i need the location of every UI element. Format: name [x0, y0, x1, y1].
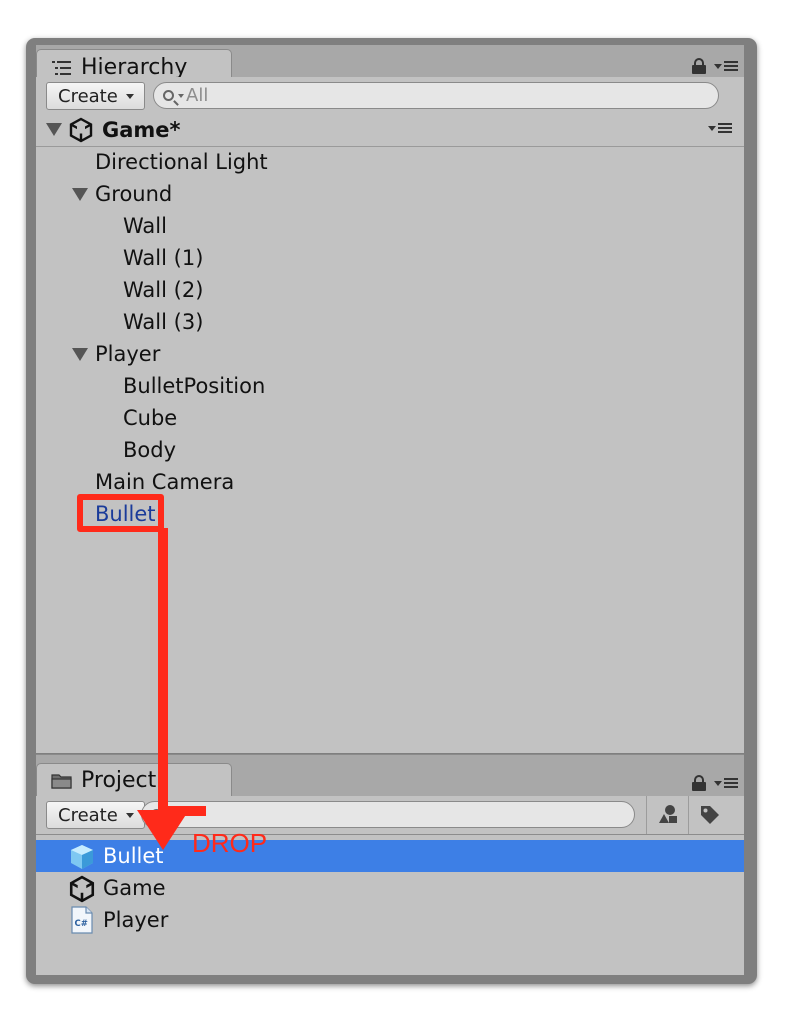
expand-arrow-icon[interactable]	[46, 123, 62, 136]
folder-icon	[51, 771, 73, 791]
item-label: Wall (2)	[123, 278, 204, 302]
lock-icon[interactable]	[692, 775, 706, 791]
project-item-player[interactable]: C# Player	[36, 904, 744, 936]
hierarchy-list-icon	[51, 58, 73, 78]
svg-text:C#: C#	[75, 919, 88, 929]
drag-arrow-head	[137, 810, 189, 850]
hierarchy-item[interactable]: Body	[36, 434, 744, 466]
chevron-down-icon	[125, 93, 134, 99]
scene-name: Game*	[102, 117, 181, 142]
hierarchy-item[interactable]: Wall (2)	[36, 274, 744, 306]
drag-source-highlight	[77, 494, 164, 532]
filter-by-label-icon[interactable]	[688, 796, 731, 834]
item-label: Main Camera	[95, 470, 235, 494]
project-create-button[interactable]: Create	[46, 801, 145, 829]
item-label: Ground	[95, 182, 173, 206]
hierarchy-item[interactable]: Cube	[36, 402, 744, 434]
drag-arrow-line	[158, 528, 168, 828]
lock-icon[interactable]	[692, 58, 706, 74]
filter-by-type-icon[interactable]	[646, 796, 689, 834]
panel-menu-icon[interactable]	[714, 778, 738, 788]
hierarchy-item[interactable]: Wall	[36, 210, 744, 242]
hierarchy-search-input[interactable]: All	[153, 82, 719, 109]
csharp-script-icon: C#	[71, 906, 93, 939]
project-item-game[interactable]: Game	[36, 872, 744, 904]
project-tab-controls	[692, 775, 738, 791]
scene-header[interactable]: Game*	[36, 113, 744, 147]
hierarchy-item[interactable]: Wall (1)	[36, 242, 744, 274]
expand-arrow-icon[interactable]	[72, 348, 88, 361]
item-label: Wall	[123, 214, 167, 238]
search-placeholder: All	[186, 85, 209, 106]
project-search-input[interactable]	[141, 801, 635, 828]
scene-menu-icon[interactable]	[708, 123, 732, 133]
hierarchy-item[interactable]: Player	[36, 338, 744, 370]
project-tab-label: Project	[81, 768, 157, 793]
panel-menu-icon[interactable]	[714, 61, 738, 71]
item-label: Directional Light	[95, 150, 268, 174]
chevron-down-icon	[125, 812, 134, 818]
item-label: Game	[103, 876, 166, 900]
drop-label: DROP	[192, 828, 268, 858]
hierarchy-toolbar: Create All	[36, 77, 744, 116]
hierarchy-item[interactable]: Directional Light	[36, 146, 744, 178]
project-list: Bullet Game C# Player	[36, 835, 744, 975]
hierarchy-item[interactable]: Ground	[36, 178, 744, 210]
hierarchy-list: Directional Light Ground Wall Wall (1) W…	[36, 147, 744, 753]
project-tab[interactable]: Project	[36, 763, 232, 797]
project-tab-bar: Project	[36, 754, 744, 797]
hierarchy-create-button[interactable]: Create	[46, 82, 145, 110]
item-label: Player	[95, 342, 161, 366]
unity-scene-icon	[68, 117, 94, 143]
hierarchy-item[interactable]: BulletPosition	[36, 370, 744, 402]
create-label: Create	[58, 85, 118, 107]
search-filter-dropdown-icon[interactable]	[178, 93, 184, 98]
item-label: Player	[103, 908, 169, 932]
hierarchy-tab-controls	[692, 58, 738, 74]
hierarchy-item[interactable]: Wall (3)	[36, 306, 744, 338]
item-label: BulletPosition	[123, 374, 266, 398]
item-label: Cube	[123, 406, 178, 430]
create-label: Create	[58, 804, 118, 826]
search-icon	[163, 90, 174, 101]
expand-arrow-icon[interactable]	[72, 188, 88, 201]
item-label: Wall (3)	[123, 310, 204, 334]
item-label: Body	[123, 438, 177, 462]
item-label: Wall (1)	[123, 246, 204, 270]
